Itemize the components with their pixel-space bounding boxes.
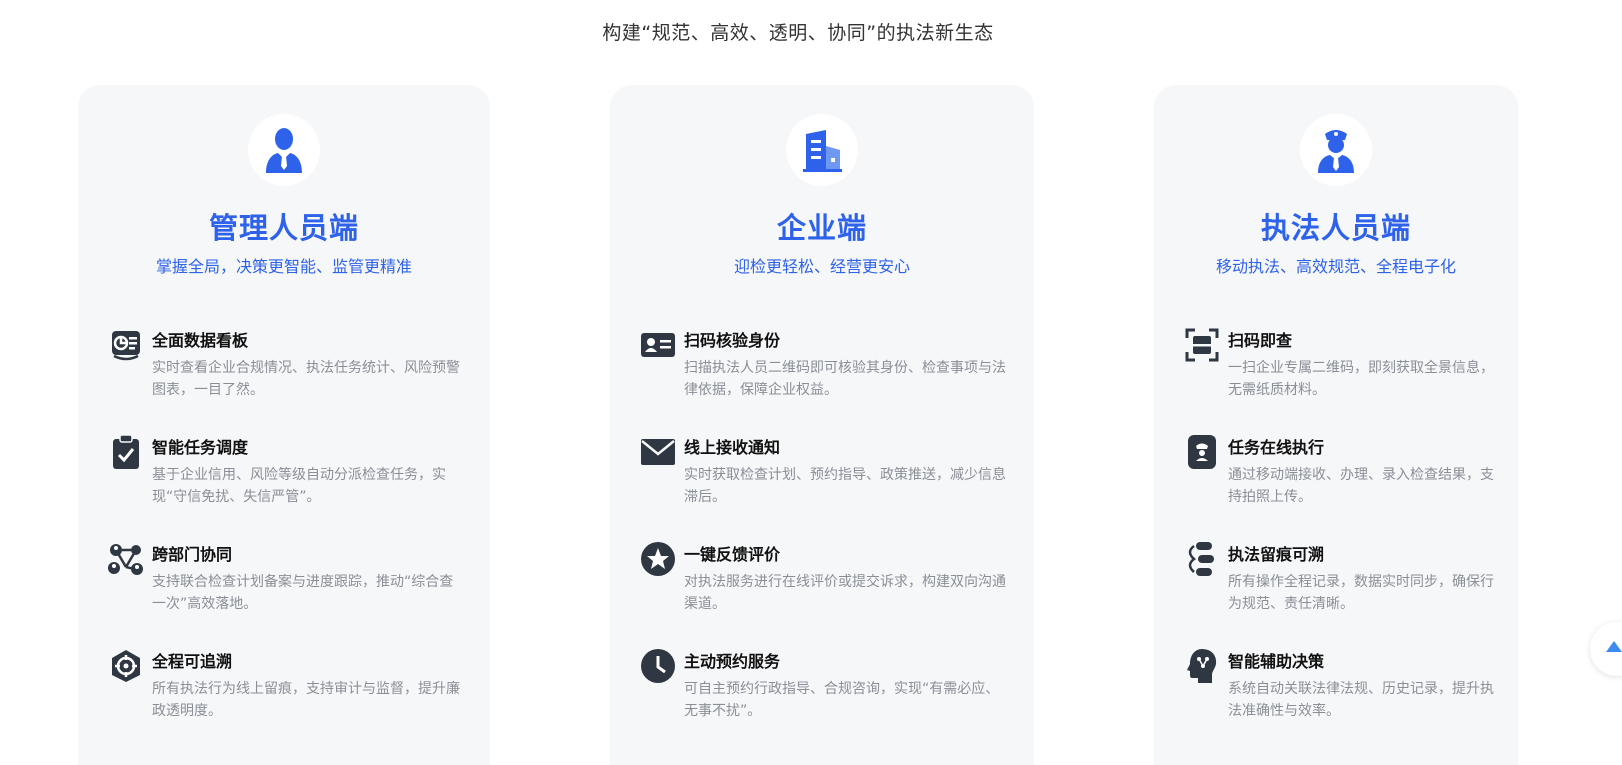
section-headline: 构建“规范、高效、透明、协同”的执法新生态 xyxy=(602,22,994,44)
feature-desc: 所有执法行为线上留痕，支持审计与监督，提升廉政透明度。 xyxy=(152,681,460,719)
dashboard-icon xyxy=(108,327,144,363)
manager-person-icon xyxy=(266,128,302,173)
card-subtitle: 掌握全局，决策更智能、监管更精准 xyxy=(155,257,412,276)
feature-item: 跨部门协同 支持联合检查计划备案与进度跟踪，推动“综合查一次”高效落地。 xyxy=(108,541,466,648)
feature-item: 扫码即查 一扫企业专属二维码，即刻获取全景信息，无需纸质材料。 xyxy=(1184,327,1494,434)
star-badge-icon xyxy=(640,541,676,577)
feature-list: 扫码即查 一扫企业专属二维码，即刻获取全景信息，无需纸质材料。 任务在线执行 通… xyxy=(1184,327,1494,755)
card-title: 执法人员端 xyxy=(1260,211,1411,245)
feature-title: 智能辅助决策 xyxy=(1228,652,1325,671)
feature-title: 线上接收通知 xyxy=(684,438,781,457)
feature-title: 一键反馈评价 xyxy=(684,545,781,564)
feature-desc: 系统自动关联法律法规、历史记录，提升执法准确性与效率。 xyxy=(1228,681,1494,719)
feature-item: 线上接收通知 实时获取检查计划、预约指导、政策推送，减少信息滞后。 xyxy=(640,434,1010,541)
card-title: 管理人员端 xyxy=(208,211,359,245)
enterprise-building-icon xyxy=(803,130,842,172)
card-subtitle: 迎检更轻松、经营更安心 xyxy=(733,257,910,276)
feature-list: 全面数据看板 实时查看企业合规情况、执法任务统计、风险预警图表，一目了然。 智能… xyxy=(108,327,466,755)
feature-item: 扫码核验身份 扫描执法人员二维码即可核验其身份、检查事项与法律依据，保障企业权益… xyxy=(640,327,1010,434)
card-enterprise: 企业端 迎检更轻松、经营更安心 扫码核验身份 扫描执法人员二维码即可核验其身份、… xyxy=(610,85,1034,765)
officer-icon xyxy=(1318,130,1354,173)
feature-item: 任务在线执行 通过移动端接收、办理、录入检查结果，支持拍照上传。 xyxy=(1184,434,1494,541)
feature-title: 全程可追溯 xyxy=(152,652,233,671)
feature-item: 智能任务调度 基于企业信用、风险等级自动分派检查任务，实现“守信免扰、失信严管”… xyxy=(108,434,466,541)
feature-item: 全程可追溯 所有执法行为线上留痕，支持审计与监督，提升廉政透明度。 xyxy=(108,648,466,755)
ai-brain-head-icon xyxy=(1184,648,1220,684)
card-avatar xyxy=(786,114,858,186)
card-manager: 管理人员端 掌握全局，决策更智能、监管更精准 全面数据看板 实时查看企业合规情况… xyxy=(78,85,490,765)
clock-icon xyxy=(640,648,676,684)
feature-title: 扫码核验身份 xyxy=(684,331,781,350)
card-avatar xyxy=(1300,114,1372,186)
card-officer: 执法人员端 移动执法、高效规范、全程电子化 扫码即查 一扫企业专属二维码，即刻获… xyxy=(1154,85,1518,765)
feature-item: 一键反馈评价 对执法服务进行在线评价或提交诉求，构建双向沟通渠道。 xyxy=(640,541,1010,648)
feature-desc: 实时获取检查计划、预约指导、政策推送，减少信息滞后。 xyxy=(684,467,1006,505)
feature-desc: 基于企业信用、风险等级自动分派检查任务，实现“守信免扰、失信严管”。 xyxy=(152,467,446,505)
feature-item: 执法留痕可溯 所有操作全程记录，数据实时同步，确保行为规范、责任清晰。 xyxy=(1184,541,1494,648)
feature-title: 全面数据看板 xyxy=(152,331,249,350)
feature-item: 智能辅助决策 系统自动关联法律法规、历史记录，提升执法准确性与效率。 xyxy=(1184,648,1494,755)
feature-title: 执法留痕可溯 xyxy=(1228,545,1325,564)
feature-desc: 扫描执法人员二维码即可核验其身份、检查事项与法律依据，保障企业权益。 xyxy=(684,360,1006,398)
ecosystem-section: 构建“规范、高效、透明、协同”的执法新生态 管理人员端 掌握全局，决策更智能、监… xyxy=(0,0,1622,765)
card-title: 企业端 xyxy=(776,211,867,245)
feature-item: 主动预约服务 可自主预约行政指导、合规咨询，实现“有需必应、无事不扰”。 xyxy=(640,648,1010,755)
feature-desc: 对执法服务进行在线评价或提交诉求，构建双向沟通渠道。 xyxy=(684,574,1006,612)
feature-desc: 一扫企业专属二维码，即刻获取全景信息，无需纸质材料。 xyxy=(1228,360,1494,398)
scan-frame-icon xyxy=(1184,327,1220,363)
feature-list: 扫码核验身份 扫描执法人员二维码即可核验其身份、检查事项与法律依据，保障企业权益… xyxy=(640,327,1010,755)
card-subtitle: 移动执法、高效规范、全程电子化 xyxy=(1215,257,1456,276)
card-avatar xyxy=(248,114,320,186)
feature-desc: 支持联合检查计划备案与进度跟踪，推动“综合查一次”高效落地。 xyxy=(152,574,454,612)
feature-desc: 实时查看企业合规情况、执法任务统计、风险预警图表，一目了然。 xyxy=(152,360,460,398)
envelope-icon xyxy=(640,434,676,470)
feature-desc: 所有操作全程记录，数据实时同步，确保行为规范、责任清晰。 xyxy=(1228,574,1494,612)
feature-title: 任务在线执行 xyxy=(1228,438,1325,457)
arrow-up-icon xyxy=(1606,641,1622,652)
people-network-icon xyxy=(108,541,144,577)
feature-title: 主动预约服务 xyxy=(684,652,781,671)
mobile-officer-icon xyxy=(1184,434,1220,470)
feature-desc: 通过移动端接收、办理、录入检查结果，支持拍照上传。 xyxy=(1228,467,1494,505)
feature-title: 智能任务调度 xyxy=(152,438,249,457)
feature-desc: 可自主预约行政指导、合规咨询，实现“有需必应、无事不扰”。 xyxy=(684,681,1000,719)
feature-title: 跨部门协同 xyxy=(152,545,233,564)
id-card-icon xyxy=(640,327,676,363)
scroll-top-button[interactable] xyxy=(1590,622,1622,676)
target-trace-icon xyxy=(108,648,144,684)
feature-item: 全面数据看板 实时查看企业合规情况、执法任务统计、风险预警图表，一目了然。 xyxy=(108,327,466,434)
trace-steps-icon xyxy=(1184,541,1220,577)
feature-title: 扫码即查 xyxy=(1228,331,1293,350)
clipboard-check-icon xyxy=(108,434,144,470)
